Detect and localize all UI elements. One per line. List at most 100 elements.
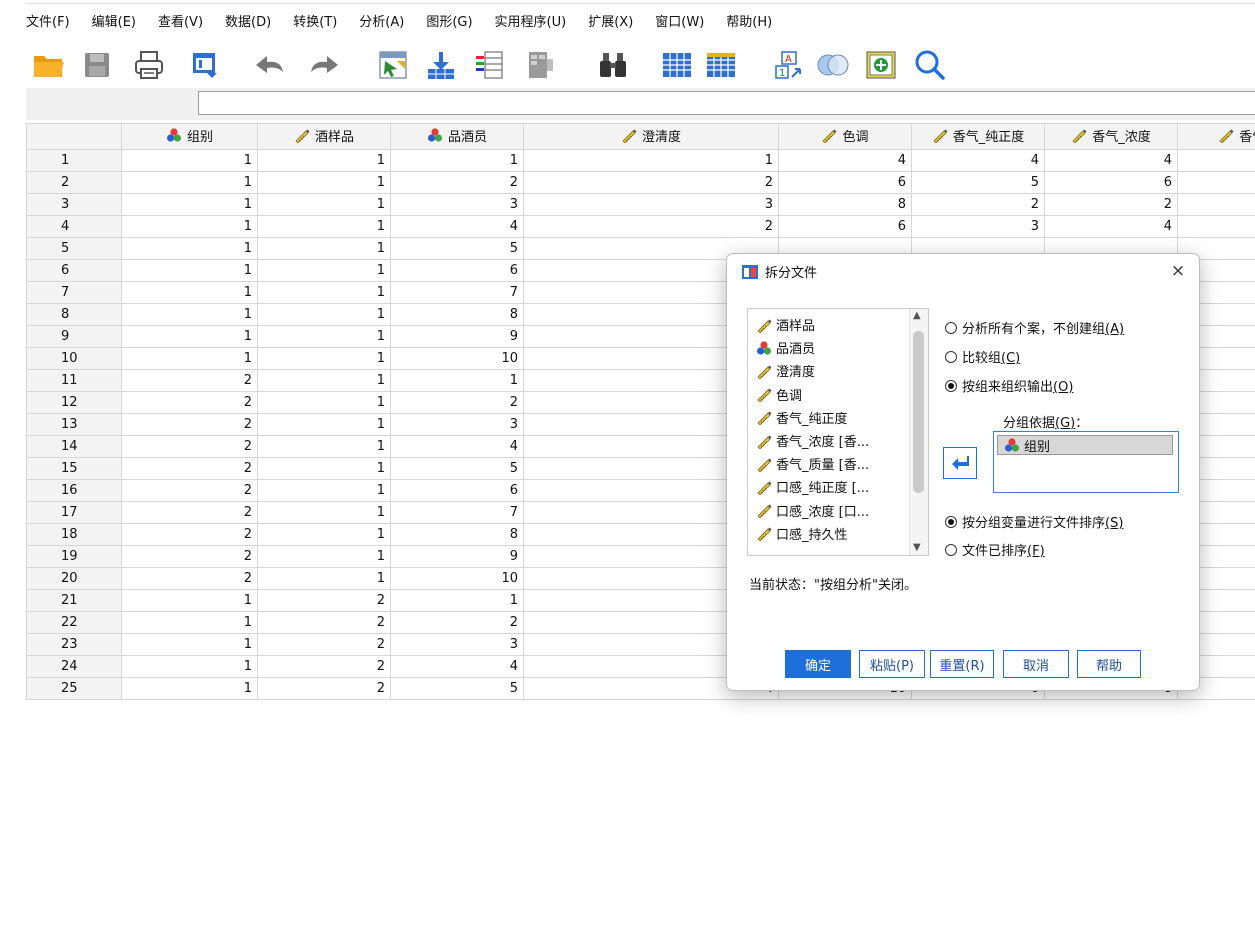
variable-list-item[interactable]: 澄清度 — [756, 361, 815, 380]
group-by-item[interactable]: 组别 — [997, 435, 1173, 455]
save-icon[interactable] — [78, 46, 116, 84]
data-cell[interactable]: 1 — [257, 347, 391, 370]
data-cell[interactable]: 6 — [778, 215, 912, 238]
data-cell[interactable]: 1 — [121, 611, 258, 634]
menu-extensions[interactable]: 扩展(X) — [588, 11, 633, 30]
data-cell[interactable]: 1 — [121, 193, 258, 216]
data-cell[interactable]: 4 — [390, 215, 524, 238]
radio-circle-selected[interactable] — [945, 379, 957, 392]
redo-icon[interactable] — [306, 46, 344, 84]
data-cell[interactable]: 1 — [121, 677, 258, 700]
data-cell[interactable]: 1 — [257, 435, 391, 458]
row-number[interactable]: 1 — [26, 149, 122, 172]
data-cell[interactable]: 2 — [121, 501, 258, 524]
row-number[interactable]: 10 — [26, 347, 122, 370]
menu-data[interactable]: 数据(D) — [225, 11, 271, 30]
find-icon[interactable] — [594, 46, 632, 84]
data-cell[interactable]: 2 — [257, 677, 391, 700]
data-cell[interactable]: 3 — [390, 413, 524, 436]
data-cell[interactable]: 1 — [390, 149, 524, 172]
data-cell[interactable] — [1177, 193, 1255, 216]
data-cell[interactable]: 1 — [121, 325, 258, 348]
data-cell[interactable]: 2 — [121, 479, 258, 502]
data-cell[interactable]: 7 — [390, 281, 524, 304]
value-labels-icon[interactable] — [862, 46, 900, 84]
data-cell[interactable]: 1 — [257, 237, 391, 260]
data-cell[interactable]: 2 — [121, 435, 258, 458]
data-cell[interactable]: 1 — [257, 567, 391, 590]
data-cell[interactable]: 2 — [390, 171, 524, 194]
goto-case-icon[interactable] — [374, 46, 412, 84]
data-cell[interactable]: 2 — [257, 589, 391, 612]
row-number[interactable]: 20 — [26, 567, 122, 590]
row-number[interactable]: 9 — [26, 325, 122, 348]
data-cell[interactable]: 2 — [121, 523, 258, 546]
row-number[interactable]: 25 — [26, 677, 122, 700]
variable-list-item[interactable]: 香气_质量 [香... — [756, 454, 869, 473]
variable-list-item[interactable]: 酒样品 — [756, 315, 815, 334]
row-number[interactable]: 19 — [26, 545, 122, 568]
data-cell[interactable]: 1 — [121, 303, 258, 326]
row-number[interactable]: 7 — [26, 281, 122, 304]
split-file-icon[interactable]: A1 — [770, 46, 808, 84]
data-cell[interactable]: 4 — [1044, 149, 1178, 172]
radio-circle-selected[interactable] — [945, 515, 957, 528]
data-cell[interactable]: 1 — [257, 171, 391, 194]
data-cell[interactable]: 6 — [1044, 171, 1178, 194]
close-icon[interactable]: × — [1167, 260, 1189, 282]
radio-organize-output[interactable]: 按组来组织输出(O) — [945, 376, 1073, 395]
data-cell[interactable]: 1 — [257, 281, 391, 304]
menu-utilities[interactable]: 实用程序(U) — [495, 11, 567, 30]
scroll-up-icon[interactable]: ▲ — [913, 310, 921, 321]
menu-transform[interactable]: 转换(T) — [293, 11, 337, 30]
data-cell[interactable]: 1 — [121, 589, 258, 612]
column-header[interactable]: 澄清度 — [523, 123, 779, 150]
row-number[interactable]: 5 — [26, 237, 122, 260]
data-cell[interactable]: 5 — [390, 677, 524, 700]
data-cell[interactable]: 1 — [121, 347, 258, 370]
row-number[interactable]: 6 — [26, 259, 122, 282]
row-number[interactable]: 13 — [26, 413, 122, 436]
data-cell[interactable]: 2 — [390, 611, 524, 634]
data-cell[interactable]: 1 — [257, 215, 391, 238]
variable-list-item[interactable]: 口感_纯正度 [... — [756, 477, 869, 496]
column-header[interactable]: 酒样品 — [257, 123, 391, 150]
search-icon[interactable] — [910, 46, 948, 84]
data-cell[interactable]: 1 — [257, 545, 391, 568]
data-cell[interactable]: 2 — [121, 369, 258, 392]
data-cell[interactable]: 10 — [390, 347, 524, 370]
data-cell[interactable]: 1 — [121, 655, 258, 678]
data-cell[interactable]: 7 — [390, 501, 524, 524]
data-cell[interactable]: 1 — [121, 171, 258, 194]
column-header[interactable]: 香气_浓度 — [1044, 123, 1178, 150]
data-cell[interactable]: 2 — [121, 545, 258, 568]
data-cell[interactable]: 8 — [778, 193, 912, 216]
data-cell[interactable]: 1 — [257, 413, 391, 436]
data-cell[interactable]: 2 — [257, 655, 391, 678]
radio-circle[interactable] — [945, 543, 957, 556]
scroll-thumb[interactable] — [913, 331, 924, 493]
ok-button[interactable]: 确定 — [785, 650, 851, 678]
paste-button[interactable]: 粘贴(P) — [859, 650, 925, 678]
data-cell[interactable]: 6 — [778, 171, 912, 194]
data-cell[interactable]: 2 — [257, 611, 391, 634]
radio-compare-groups[interactable]: 比较组(C) — [945, 347, 1020, 366]
radio-circle[interactable] — [945, 321, 957, 334]
row-number[interactable]: 18 — [26, 523, 122, 546]
insert-cases-icon[interactable] — [658, 46, 696, 84]
data-cell[interactable]: 2 — [390, 391, 524, 414]
reset-button[interactable]: 重置(R) — [930, 650, 994, 678]
data-cell[interactable]: 1 — [257, 149, 391, 172]
radio-sort-file[interactable]: 按分组变量进行文件排序(S) — [945, 512, 1123, 531]
data-cell[interactable]: 9 — [390, 545, 524, 568]
data-cell[interactable]: 3 — [390, 193, 524, 216]
data-cell[interactable]: 3 — [390, 633, 524, 656]
row-number[interactable]: 2 — [26, 171, 122, 194]
source-variable-list[interactable]: 酒样品 品酒员 澄清度 色调 香气_纯正度 香气_浓度 [香... 香气_质量 [香... 口… — [747, 308, 929, 556]
data-cell[interactable] — [1177, 149, 1255, 172]
data-cell[interactable]: 2 — [121, 391, 258, 414]
data-cell[interactable]: 2 — [257, 633, 391, 656]
menu-help[interactable]: 帮助(H) — [726, 11, 772, 30]
data-cell[interactable]: 1 — [257, 259, 391, 282]
variable-list-item[interactable]: 口感_持久性 — [756, 524, 848, 543]
